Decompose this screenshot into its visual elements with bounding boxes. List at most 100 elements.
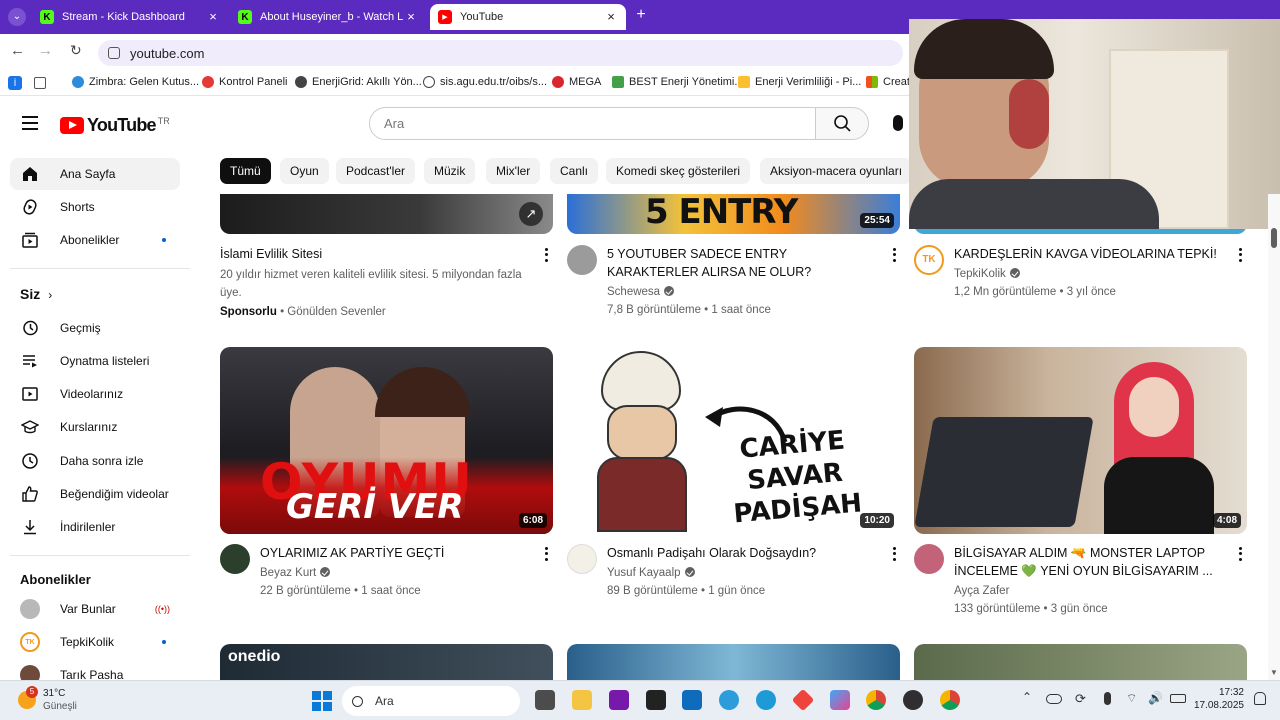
video-title[interactable]: 5 YOUTUBER SADECE ENTRY KARAKTERLER ALIR… bbox=[607, 245, 882, 281]
video-thumbnail[interactable] bbox=[914, 644, 1247, 680]
channel-name[interactable]: Beyaz Kurt bbox=[260, 564, 331, 582]
taskbar-search[interactable]: Ara bbox=[342, 686, 520, 716]
youtube-logo[interactable]: YouTube TR bbox=[60, 115, 170, 136]
task-view-icon[interactable] bbox=[535, 690, 555, 710]
video-title[interactable]: KARDEŞLERİN KAVGA VİDEOLARINA TEPKİ! bbox=[954, 245, 1229, 263]
tab-kick-about[interactable]: K About Huseyiner_b - Watch Live × bbox=[230, 4, 426, 30]
address-bar[interactable]: youtube.com bbox=[98, 40, 903, 66]
obs-icon[interactable] bbox=[903, 690, 923, 710]
sidebar-item-downloads[interactable]: İndirilenler bbox=[10, 511, 180, 543]
video-thumbnail[interactable]: onedio bbox=[220, 644, 553, 680]
chrome-icon[interactable] bbox=[866, 690, 886, 710]
onedrive-icon[interactable] bbox=[1046, 694, 1062, 704]
channel-avatar[interactable] bbox=[567, 245, 597, 275]
profile-icon[interactable]: İ bbox=[8, 76, 22, 90]
network-icon[interactable]: ⌔ bbox=[1126, 691, 1137, 706]
tab-kick-dashboard[interactable]: K Stream - Kick Dashboard × bbox=[32, 4, 228, 30]
more-options-icon[interactable] bbox=[888, 546, 900, 562]
chip-music[interactable]: Müzik bbox=[424, 158, 476, 184]
sidebar-item-shorts[interactable]: Shorts bbox=[10, 191, 180, 223]
search-button[interactable] bbox=[815, 107, 869, 140]
battery-icon[interactable] bbox=[1170, 694, 1186, 703]
channel-name[interactable]: Schewesa bbox=[607, 283, 675, 301]
video-thumbnail[interactable]: OYUMU GERİ VER 6:08 bbox=[220, 347, 553, 534]
more-options-icon[interactable] bbox=[1234, 546, 1246, 562]
video-thumbnail[interactable]: 5 ENTRY 25:54 bbox=[567, 194, 900, 234]
video-thumbnail[interactable]: CARİYE SAVAR PADİŞAH 10:20 bbox=[567, 347, 900, 534]
bookmark-kontrol-paneli[interactable]: Kontrol Paneli bbox=[202, 76, 288, 88]
close-icon[interactable]: × bbox=[404, 10, 418, 24]
sidebar-you-heading[interactable]: Siz › bbox=[20, 286, 52, 302]
bookmark-create[interactable]: Creat bbox=[866, 76, 910, 88]
scrollbar-thumb[interactable] bbox=[1271, 228, 1277, 248]
microphone-tray-icon[interactable] bbox=[1104, 692, 1111, 705]
sidebar-sub-tarik-pasha[interactable]: Tarık Pasha bbox=[10, 659, 180, 680]
volume-icon[interactable]: 🔊 bbox=[1148, 691, 1163, 705]
chip-comedy[interactable]: Komedi skeç gösterileri bbox=[606, 158, 751, 184]
new-tab-button[interactable]: + bbox=[632, 6, 650, 26]
copilot-icon[interactable] bbox=[719, 690, 739, 710]
video-thumbnail[interactable] bbox=[567, 644, 900, 680]
tab-youtube[interactable]: ▶ YouTube × bbox=[430, 4, 626, 30]
chip-gaming[interactable]: Oyun bbox=[280, 158, 329, 184]
sync-icon[interactable]: ⟳ bbox=[1075, 691, 1086, 707]
channel-name[interactable]: Yusuf Kayaalp bbox=[607, 564, 695, 582]
store-icon[interactable] bbox=[682, 690, 702, 710]
tab-search-button[interactable]: ⌄ bbox=[8, 8, 26, 26]
sidebar-item-liked-videos[interactable]: Beğendiğim videolar bbox=[10, 478, 180, 510]
sidebar-item-subscriptions[interactable]: Abonelikler bbox=[10, 224, 180, 256]
video-title[interactable]: Osmanlı Padişahı Olarak Doğsaydın? bbox=[607, 544, 882, 562]
sidebar-item-your-videos[interactable]: Videolarınız bbox=[10, 378, 180, 410]
channel-name[interactable]: Ayça Zafer bbox=[954, 582, 1009, 600]
more-options-icon[interactable] bbox=[888, 247, 900, 263]
bookmark-enerji-verimliligi[interactable]: Enerji Verimliliği - Pi... bbox=[738, 76, 861, 88]
scroll-down-arrow-icon[interactable]: ▼ bbox=[1268, 668, 1280, 678]
more-options-icon[interactable] bbox=[540, 247, 552, 263]
chip-mixes[interactable]: Mix'ler bbox=[486, 158, 541, 184]
bookmark-enerjigrid[interactable]: EnerjiGrid: Akıllı Yön... bbox=[295, 76, 422, 88]
close-icon[interactable]: × bbox=[604, 10, 618, 24]
video-title[interactable]: OYLARIMIZ AK PARTİYE GEÇTİ bbox=[260, 544, 535, 562]
channel-avatar[interactable] bbox=[567, 544, 597, 574]
sidebar-sub-tepkikolik[interactable]: TK TepkiKolik bbox=[10, 626, 180, 658]
sidebar-item-home[interactable]: Ana Sayfa bbox=[10, 158, 180, 190]
capcut-icon[interactable] bbox=[646, 690, 666, 710]
forward-icon[interactable]: → bbox=[38, 42, 56, 60]
scrollbar-track[interactable] bbox=[1268, 194, 1280, 680]
more-options-icon[interactable] bbox=[540, 546, 552, 562]
file-explorer-icon[interactable] bbox=[572, 690, 592, 710]
video-title[interactable]: İslami Evlilik Sitesi bbox=[220, 245, 520, 263]
video-title[interactable]: BİLGİSAYAR ALDIM 🔫 MONSTER LAPTOP İNCELE… bbox=[954, 544, 1224, 580]
reload-icon[interactable]: ↻ bbox=[70, 42, 88, 60]
site-info-icon[interactable] bbox=[108, 47, 120, 59]
menu-icon[interactable] bbox=[22, 116, 38, 130]
channel-name[interactable]: TepkiKolik bbox=[954, 265, 1020, 283]
bookmark-sis-agu[interactable]: sis.agu.edu.tr/oibs/s... bbox=[423, 76, 547, 88]
video-thumbnail[interactable]: ↗ bbox=[220, 194, 553, 234]
edge-icon[interactable] bbox=[756, 690, 776, 710]
bookmark-mega[interactable]: MEGA bbox=[552, 76, 601, 88]
show-hidden-icons[interactable]: ⌃ bbox=[1022, 690, 1032, 704]
taskbar-clock[interactable]: 17:32 17.08.2025 bbox=[1192, 686, 1244, 712]
sidebar-item-playlists[interactable]: Oynatma listeleri bbox=[10, 345, 180, 377]
search-input[interactable]: Ara bbox=[369, 107, 816, 140]
onenote-icon[interactable] bbox=[609, 690, 629, 710]
microphone-icon[interactable] bbox=[893, 115, 903, 131]
weather-widget[interactable]: 5 31°C Güneşli bbox=[18, 686, 88, 715]
sidebar-item-watch-later[interactable]: Daha sonra izle bbox=[10, 445, 180, 477]
chip-podcasts[interactable]: Podcast'ler bbox=[336, 158, 415, 184]
bookmark-best-enerji[interactable]: BEST Enerji Yönetimi... bbox=[612, 76, 744, 88]
sidebar-item-history[interactable]: Geçmiş bbox=[10, 312, 180, 344]
chip-live[interactable]: Canlı bbox=[550, 158, 599, 184]
notifications-icon[interactable] bbox=[1254, 692, 1266, 705]
sidebar-sub-var-bunlar[interactable]: Var Bunlar ((•)) bbox=[10, 593, 180, 625]
back-icon[interactable]: ← bbox=[10, 42, 28, 60]
channel-avatar[interactable] bbox=[220, 544, 250, 574]
close-icon[interactable]: × bbox=[206, 10, 220, 24]
photos-icon[interactable] bbox=[830, 690, 850, 710]
more-options-icon[interactable] bbox=[1234, 247, 1246, 263]
bookmark-zimbra[interactable]: Zimbra: Gelen Kutus... bbox=[72, 76, 199, 88]
windows-start-icon[interactable] bbox=[312, 691, 332, 711]
apps-grid-icon[interactable] bbox=[34, 77, 46, 89]
chrome-icon[interactable] bbox=[940, 690, 960, 710]
